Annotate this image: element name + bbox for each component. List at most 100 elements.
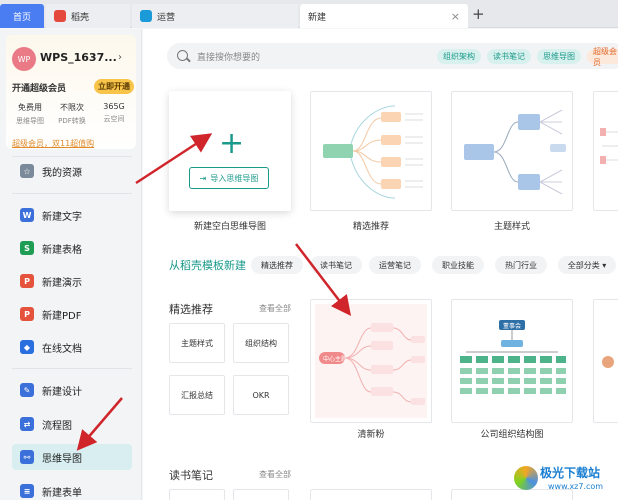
sidebar-item-label: 新建PDF (42, 310, 82, 322)
reading-heading: 读书笔记 (169, 469, 213, 482)
template-card-theme[interactable] (451, 91, 573, 211)
template-label: 清新粉 (357, 430, 385, 440)
view-all-link[interactable]: 查看全部 (259, 469, 291, 480)
search-bar[interactable]: 直接搜你想要的 组织架构 读书笔记 思维导图 超级会员 (167, 43, 618, 69)
close-icon[interactable]: × (451, 10, 460, 23)
mindmap-thumbnail (600, 128, 618, 164)
import-label: 导入思维导图 (210, 173, 259, 183)
perk-sub: 云空间 (103, 115, 125, 123)
pill-industry[interactable]: 热门行业 (495, 256, 547, 274)
chip-reading[interactable]: 读书笔记 (487, 49, 531, 64)
mindmap-thumbnail (323, 105, 423, 199)
username[interactable]: WPS_1637... (40, 51, 117, 64)
tab-ops-label: 运营 (157, 12, 176, 23)
template-label: 精选推荐 (352, 222, 389, 232)
avatar[interactable]: WP (12, 47, 36, 71)
template-card-fresh-pink[interactable]: 中心主题 (310, 299, 432, 423)
perk-title: 不限次 (60, 103, 84, 112)
search-input[interactable]: 直接搜你想要的 (197, 50, 260, 63)
tab-bar: 首页 稻壳 运营 新建 × + (0, 0, 618, 28)
divider (12, 156, 132, 157)
plus-icon: + (219, 126, 245, 161)
sidebar-item-new-pdf[interactable]: P 新建PDF (12, 301, 132, 327)
template-card-partial[interactable] (593, 91, 618, 211)
template-label: 公司组织结构图 (480, 430, 544, 440)
sheet-icon: S (20, 241, 34, 255)
sidebar-item-new-design[interactable]: ✎ 新建设计 (12, 377, 132, 403)
section-title: 从稻壳模板新建 (169, 259, 246, 272)
sidebar-item-new-slides[interactable]: P 新建演示 (12, 268, 132, 294)
slides-icon: P (20, 274, 34, 288)
template-card-org-chart[interactable]: 董事会 (451, 299, 573, 423)
view-all-link[interactable]: 查看全部 (259, 303, 291, 314)
mindmap-thumbnail: 中心主题 (315, 304, 427, 418)
template-card[interactable] (310, 489, 432, 500)
sidebar-item-label: 思维导图 (42, 453, 82, 465)
tab-daoke-label: 稻壳 (71, 12, 90, 23)
category-card[interactable]: 组织结构 (233, 323, 289, 363)
tab-ops[interactable]: 运营 (132, 4, 298, 28)
chip-org[interactable]: 组织架构 (437, 49, 481, 64)
vip-text: 开通超级会员 (12, 84, 67, 94)
perks: 免费用 思维导图 不限次 PDF转换 365G 云空间 (10, 102, 134, 126)
daoke-icon (54, 10, 66, 22)
add-tab-icon[interactable]: + (472, 5, 485, 23)
watermark-name: 极光下载站 (540, 466, 601, 480)
category-card[interactable]: OKR (233, 375, 289, 415)
category-card[interactable]: 汇报总结 (169, 375, 225, 415)
form-icon: ≡ (20, 484, 34, 498)
chip-mindmap[interactable]: 思维导图 (537, 49, 581, 64)
open-vip-button[interactable]: 立即开通 (94, 79, 134, 94)
new-blank-mindmap-card[interactable]: + ⇥ 导入思维导图 (169, 91, 291, 211)
sidebar-item-label: 新建演示 (42, 277, 82, 289)
template-card-featured[interactable] (310, 91, 432, 211)
search-icon (177, 50, 188, 61)
promo-link[interactable]: 超级会员，双11超值购 (12, 138, 94, 149)
sidebar-item-mindmap[interactable]: ⚯ 思维导图 (12, 444, 132, 470)
featured-heading: 精选推荐 (169, 303, 213, 316)
divider (12, 368, 132, 369)
template-card-partial[interactable] (593, 299, 618, 423)
sidebar-item-online-doc[interactable]: ◆ 在线文档 (12, 334, 132, 360)
import-mindmap-button[interactable]: ⇥ 导入思维导图 (189, 167, 269, 189)
member-card: WP WPS_1637... › 开通超级会员 立即开通 免费用 思维导图 不限次… (6, 35, 136, 149)
main-panel: 直接搜你想要的 组织架构 读书笔记 思维导图 超级会员 + ⇥ 导入思维导图 新… (143, 29, 618, 500)
sidebar-item-resources[interactable]: ☆ 我的资源 (12, 158, 132, 184)
pill-career[interactable]: 职业技能 (432, 256, 484, 274)
chevron-right-icon[interactable]: › (118, 52, 122, 63)
category-card[interactable] (169, 489, 225, 500)
online-doc-icon: ◆ (20, 340, 34, 354)
sidebar-item-label: 流程图 (42, 420, 72, 432)
perk-item: 365G 云空间 (94, 102, 134, 126)
import-icon: ⇥ (199, 173, 207, 183)
perk-title: 365G (103, 102, 125, 111)
divider (12, 193, 132, 194)
sidebar-item-new-doc[interactable]: W 新建文字 (12, 202, 132, 228)
tab-daoke[interactable]: 稻壳 (46, 4, 130, 28)
mindmap-icon: ⚯ (20, 450, 34, 464)
pill-all-categories[interactable]: 全部分类 ▾ (558, 256, 616, 274)
tab-new-label: 新建 (308, 12, 327, 23)
star-icon: ☆ (20, 164, 34, 178)
sidebar-item-label: 新建表单 (42, 487, 82, 499)
mindmap-thumbnail (602, 356, 614, 368)
tab-new[interactable]: 新建 × (300, 4, 468, 28)
org-chart-thumbnail: 董事会 (460, 320, 566, 394)
pill-featured[interactable]: 精选推荐 (251, 256, 303, 274)
sidebar-item-new-sheet[interactable]: S 新建表格 (12, 235, 132, 261)
chip-vip[interactable]: 超级会员 (587, 47, 618, 67)
sidebar-item-flowchart[interactable]: ⇄ 流程图 (12, 411, 132, 437)
category-card[interactable] (233, 489, 289, 500)
sidebar-item-new-form[interactable]: ≡ 新建表单 (12, 478, 132, 500)
pill-reading[interactable]: 读书笔记 (310, 256, 362, 274)
sidebar-item-label: 新建文字 (42, 211, 82, 223)
tab-home[interactable]: 首页 (0, 4, 44, 28)
mindmap-center-label: 中心主题 (323, 355, 347, 363)
category-card[interactable]: 主题样式 (169, 323, 225, 363)
org-top-label: 董事会 (503, 322, 521, 330)
perk-item: 不限次 PDF转换 (52, 102, 92, 126)
pill-ops[interactable]: 运营笔记 (369, 256, 421, 274)
watermark-logo-icon (514, 466, 538, 490)
sidebar-item-label: 新建设计 (42, 386, 82, 398)
template-label: 主题样式 (493, 222, 530, 232)
